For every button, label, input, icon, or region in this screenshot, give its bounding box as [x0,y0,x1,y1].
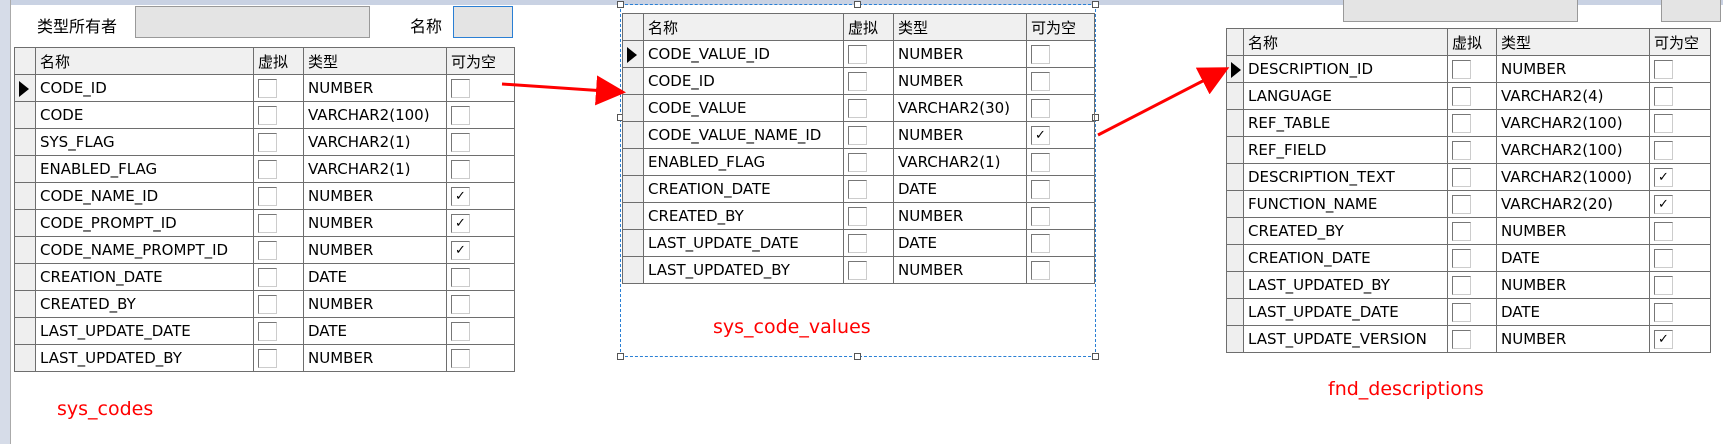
relation-arrows [501,67,1230,137]
arrow-values-to-descriptions [1097,67,1230,137]
arrow-sys-codes-to-values [501,75,626,106]
